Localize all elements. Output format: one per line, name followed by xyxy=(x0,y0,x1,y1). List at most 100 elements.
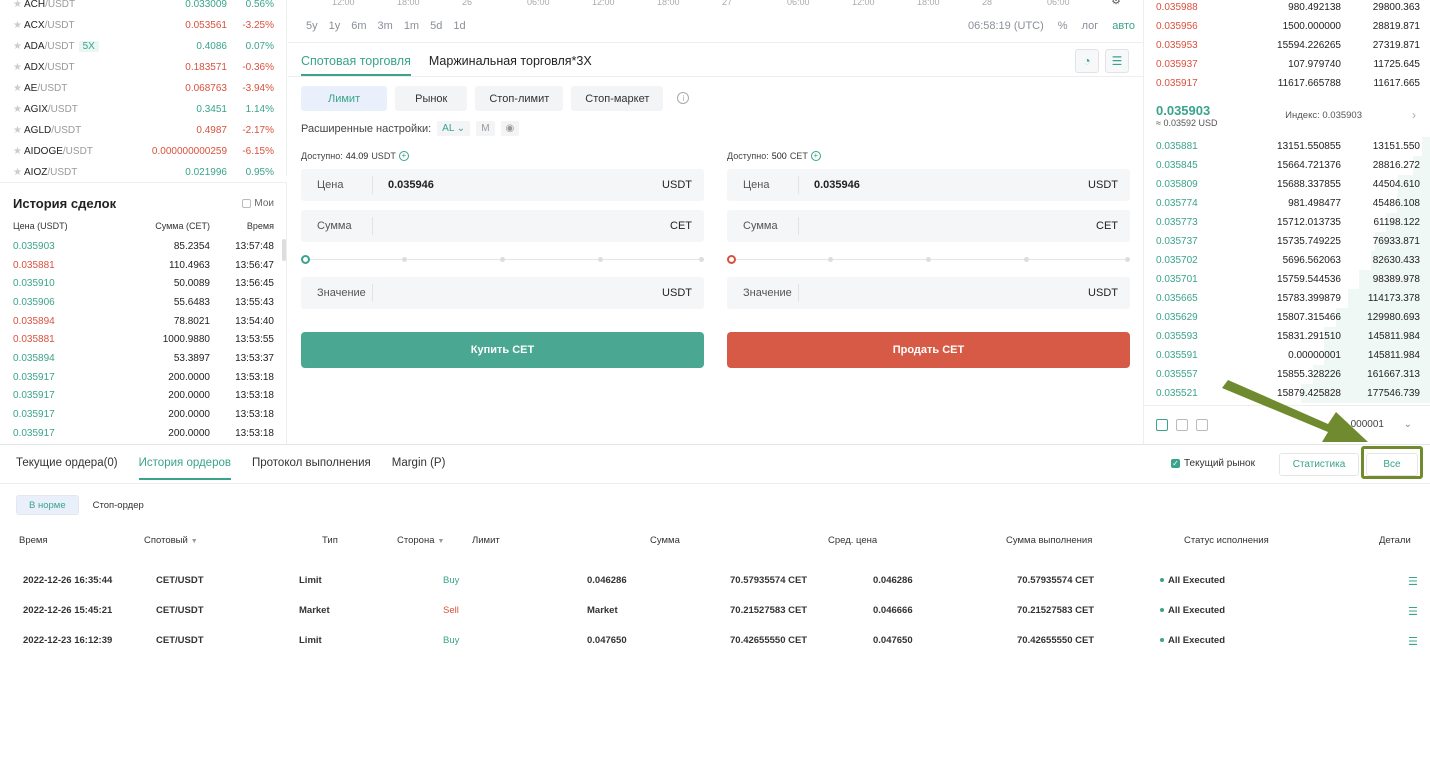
sell-price-field[interactable]: Цена 0.035946 USDT xyxy=(727,169,1130,201)
buy-total-field[interactable]: Значение USDT xyxy=(301,277,704,309)
bids-view-icon[interactable] xyxy=(1176,418,1188,431)
info-icon[interactable]: i xyxy=(677,92,690,104)
current-market-checkbox[interactable]: ✓ xyxy=(1171,459,1180,468)
percent-scale-button[interactable]: % xyxy=(1058,20,1068,32)
both-sides-view-icon[interactable] xyxy=(1156,418,1168,431)
pie-chart-icon[interactable]: ◔ xyxy=(1075,49,1099,73)
trade-time: 13:56:47 xyxy=(235,259,274,271)
order-type-tab[interactable]: Рынок xyxy=(395,86,468,111)
current-market-toggle[interactable]: ✓ Текущий рынок xyxy=(1171,458,1255,469)
buy-price-field[interactable]: Цена 0.035946 USDT xyxy=(301,169,704,201)
scrollbar[interactable] xyxy=(282,239,286,261)
order-subtab[interactable]: В норме xyxy=(16,495,79,515)
order-book-row[interactable]: 0.035702 5696.562063 82630.433 xyxy=(1144,251,1430,270)
sort-caret-icon[interactable]: ▼ xyxy=(191,538,198,545)
order-book-row[interactable]: 0.035737 15735.749225 76933.871 xyxy=(1144,232,1430,251)
chevron-down-icon[interactable]: ⌄ xyxy=(1404,419,1412,430)
market-row[interactable]: ★ AIDOGE/USDT 0.000000000259 -6.15% xyxy=(0,141,286,162)
last-price: 0.035903 xyxy=(1156,102,1211,118)
mine-toggle[interactable]: Мои xyxy=(242,198,274,209)
star-icon[interactable]: ★ xyxy=(13,0,24,10)
order-type-tab[interactable]: Лимит xyxy=(301,86,388,111)
buy-amount-field[interactable]: Сумма CET xyxy=(301,210,704,242)
sliders-icon[interactable]: ☰ xyxy=(1105,49,1129,73)
order-book-row[interactable]: 0.035956 1500.000000 28819.871 xyxy=(1144,17,1430,36)
slider-handle[interactable] xyxy=(727,255,736,264)
order-book-row[interactable]: 0.035665 15783.399879 114173.378 xyxy=(1144,289,1430,308)
details-list-icon[interactable]: ☰ xyxy=(1408,605,1418,618)
sell-amount-slider[interactable] xyxy=(727,242,1130,278)
statistics-button[interactable]: Статистика xyxy=(1279,453,1359,476)
orders-tab[interactable]: Протокол выполнения xyxy=(252,457,371,480)
sort-caret-icon[interactable]: ▼ xyxy=(438,538,445,545)
plus-circle-icon[interactable]: + xyxy=(810,151,821,161)
order-book-row[interactable]: 0.035937 107.979740 11725.645 xyxy=(1144,55,1430,74)
star-icon[interactable]: ★ xyxy=(13,125,24,136)
star-icon[interactable]: ★ xyxy=(13,167,24,176)
order-book-row[interactable]: 0.035988 980.492138 29800.363 xyxy=(1144,0,1430,17)
timeframe-1d[interactable]: 1d xyxy=(453,20,465,32)
sell-amount-field[interactable]: Сумма CET xyxy=(727,210,1130,242)
asks-view-icon[interactable] xyxy=(1196,418,1208,431)
order-book-row[interactable]: 0.035953 15594.226265 27319.871 xyxy=(1144,36,1430,55)
ob-price: 0.035774 xyxy=(1156,198,1198,209)
trade-amount: 200.0000 xyxy=(168,409,210,421)
timeframe-1m[interactable]: 1m xyxy=(404,20,419,32)
orders-tab[interactable]: Текущие ордера(0) xyxy=(16,457,118,480)
chevron-right-icon[interactable]: › xyxy=(1412,108,1416,122)
star-icon[interactable]: ★ xyxy=(13,83,24,94)
timeframe-6m[interactable]: 6m xyxy=(351,20,366,32)
timeframe-5d[interactable]: 5d xyxy=(430,20,442,32)
timeframe-1y[interactable]: 1y xyxy=(329,20,341,32)
order-book-row[interactable]: 0.035774 981.498477 45486.108 xyxy=(1144,194,1430,213)
timeframe-5y[interactable]: 5y xyxy=(306,20,318,32)
details-list-icon[interactable]: ☰ xyxy=(1408,575,1418,588)
log-scale-button[interactable]: лог xyxy=(1082,20,1099,32)
sell-button[interactable]: Продать CET xyxy=(727,332,1130,368)
market-row[interactable]: ★ ACH/USDT 0.033009 0.56% xyxy=(0,0,286,15)
orders-tab[interactable]: История ордеров xyxy=(138,457,231,480)
mine-checkbox[interactable] xyxy=(242,199,252,208)
market-row[interactable]: ★ AGLD/USDT 0.4987 -2.17% xyxy=(0,120,286,141)
order-book-row[interactable]: 0.035591 0.00000001 145811.984 xyxy=(1144,346,1430,365)
market-row[interactable]: ★ AGIX/USDT 0.3451 1.14% xyxy=(0,99,286,120)
auto-scale-button[interactable]: авто xyxy=(1112,20,1135,32)
star-icon[interactable]: ★ xyxy=(13,20,24,31)
order-book-row[interactable]: 0.035701 15759.544536 98389.978 xyxy=(1144,270,1430,289)
timeframe-3m[interactable]: 3m xyxy=(378,20,393,32)
star-icon[interactable]: ★ xyxy=(13,146,24,157)
slider-handle[interactable] xyxy=(301,255,310,264)
order-book-row[interactable]: 0.035629 15807.315466 129980.693 xyxy=(1144,308,1430,327)
order-book-row[interactable]: 0.035809 15688.337855 44504.610 xyxy=(1144,175,1430,194)
star-icon[interactable]: ★ xyxy=(13,104,24,115)
eye-icon[interactable]: ◉ xyxy=(500,121,520,136)
advanced-al-select[interactable]: AL ⌄ xyxy=(437,121,471,136)
buy-amount-slider[interactable] xyxy=(301,242,704,278)
market-row[interactable]: ★ ACX/USDT 0.053561 -3.25% xyxy=(0,15,286,36)
ob-total: 98389.978 xyxy=(1372,274,1420,285)
order-type-tab[interactable]: Стоп-лимит xyxy=(475,86,564,111)
buy-button[interactable]: Купить CET xyxy=(301,332,704,368)
order-subtab[interactable]: Стоп-ордер xyxy=(81,495,156,515)
market-row[interactable]: ★ ADX/USDT 0.183571 -0.36% xyxy=(0,57,286,78)
star-icon[interactable]: ★ xyxy=(13,62,24,73)
market-row[interactable]: ★ AIOZ/USDT 0.021996 0.95% xyxy=(0,162,286,176)
details-list-icon[interactable]: ☰ xyxy=(1408,635,1418,648)
order-book-row[interactable]: 0.035917 11617.665788 11617.665 xyxy=(1144,74,1430,93)
order-book-row[interactable]: 0.035593 15831.291510 145811.984 xyxy=(1144,327,1430,346)
order-type-tab[interactable]: Стоп-маркет xyxy=(571,86,664,111)
order-limit: Market xyxy=(587,605,618,616)
advanced-m-option[interactable]: M xyxy=(476,121,495,136)
market-row[interactable]: ★ ADA/USDT 5X 0.4086 0.07% xyxy=(0,36,286,57)
order-book-row[interactable]: 0.035845 15664.721376 28816.272 xyxy=(1144,156,1430,175)
star-icon[interactable]: ★ xyxy=(13,41,24,52)
settings-icon[interactable]: ⚙ xyxy=(1111,0,1121,7)
plus-circle-icon[interactable]: + xyxy=(398,151,409,161)
tab-spot[interactable]: Спотовая торговля xyxy=(301,54,411,76)
order-book-row[interactable]: 0.035773 15712.013735 61198.122 xyxy=(1144,213,1430,232)
order-book-row[interactable]: 0.035881 13151.550855 13151.550 xyxy=(1144,137,1430,156)
sell-total-field[interactable]: Значение USDT xyxy=(727,277,1130,309)
market-row[interactable]: ★ AE/USDT 0.068763 -3.94% xyxy=(0,78,286,99)
tab-margin[interactable]: Маржинальная торговля*3X xyxy=(429,54,592,76)
orders-tab[interactable]: Margin (P) xyxy=(392,457,446,480)
